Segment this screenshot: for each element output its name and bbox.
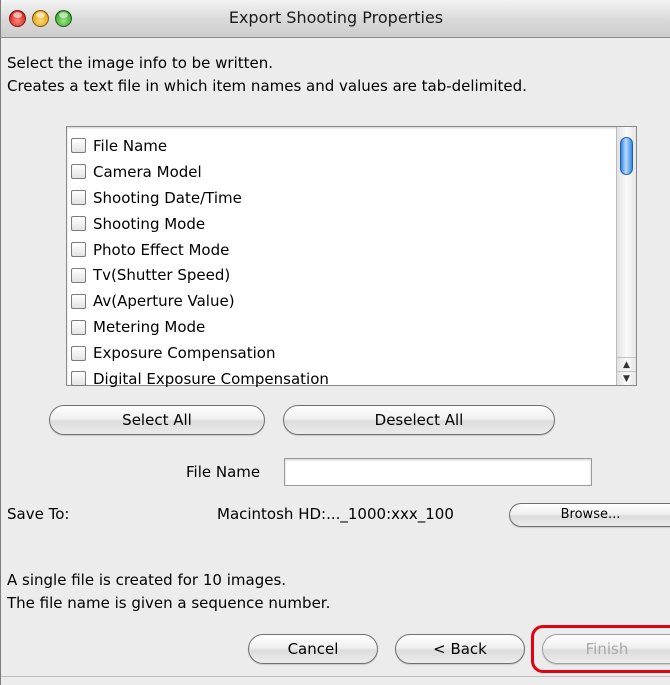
scroll-down-arrow-icon[interactable]: ▼ [617,371,636,385]
checkbox[interactable] [71,138,86,154]
list-item[interactable]: Shooting Date/Time [67,185,329,211]
list-item[interactable]: Tv(Shutter Speed) [67,262,329,288]
save-to-path: Macintosh HD:..._1000:xxx_100 [217,505,454,523]
checkbox[interactable] [71,216,86,232]
export-dialog-window: Export Shooting Properties Select the im… [0,0,670,685]
list-item[interactable]: Photo Effect Mode [67,237,329,263]
export-info-line-1: A single file is created for 10 images. [7,571,287,589]
deselect-all-button[interactable]: Deselect All [283,405,555,435]
checkbox[interactable] [71,371,86,387]
instructions: Select the image info to be written. Cre… [7,52,527,98]
list-item[interactable]: Camera Model [67,159,329,185]
list-item[interactable]: Digital Exposure Compensation [67,366,329,392]
list-item-label: Digital Exposure Compensation [93,369,329,388]
list-item[interactable]: Metering Mode [67,314,329,340]
list-item-label: Exposure Compensation [93,344,276,363]
checkbox[interactable] [71,345,86,361]
file-name-label: File Name [186,463,261,481]
list-item-label: Av(Aperture Value) [93,292,235,311]
checkbox[interactable] [71,190,86,206]
title-bar: Export Shooting Properties [1,0,670,38]
list-item-label: File Name [93,136,168,155]
checkbox[interactable] [71,242,86,257]
list-item[interactable]: Av(Aperture Value) [67,288,329,314]
image-info-list[interactable]: File Name Camera Model Shooting Date/Time S… [66,126,637,388]
select-all-button[interactable]: Select All [49,405,265,435]
back-button[interactable]: < Back [395,634,525,664]
list-item-label: Shooting Mode [93,214,206,233]
list-item-label: Camera Model [93,162,202,181]
export-info-line-2: The file name is given a sequence number… [7,594,331,612]
checkbox[interactable] [71,164,86,180]
checkbox[interactable] [71,319,86,335]
list-item-label: Shooting Date/Time [93,188,242,207]
checkbox[interactable] [71,293,86,309]
export-info: A single file is created for 10 images. … [7,569,330,615]
finish-highlight-box [531,625,670,673]
cancel-button[interactable]: Cancel [248,634,378,664]
list-item-label: Tv(Shutter Speed) [93,266,231,285]
bottom-divider [1,676,670,677]
window-title: Export Shooting Properties [228,8,444,27]
file-name-input[interactable] [284,458,592,486]
browse-button[interactable]: Browse... [509,503,670,527]
list-item[interactable]: File Name [67,133,329,159]
instructions-line-1: Select the image info to be written. [7,54,274,72]
list-item-label: Metering Mode [93,318,206,337]
image-info-items: File Name Camera Model Shooting Date/Time S… [67,133,329,392]
save-to-label: Save To: [7,505,70,523]
checkbox[interactable] [71,267,86,283]
list-item-label: Photo Effect Mode [93,240,230,259]
list-item[interactable]: Exposure Compensation [67,340,329,366]
list-scrollbar[interactable]: ▲ ▼ [616,127,636,385]
instructions-line-2: Creates a text file in which item names … [7,77,527,95]
scroll-up-arrow-icon[interactable]: ▲ [617,357,636,371]
list-item[interactable]: Shooting Mode [67,211,329,237]
scrollbar-thumb[interactable] [620,137,633,175]
